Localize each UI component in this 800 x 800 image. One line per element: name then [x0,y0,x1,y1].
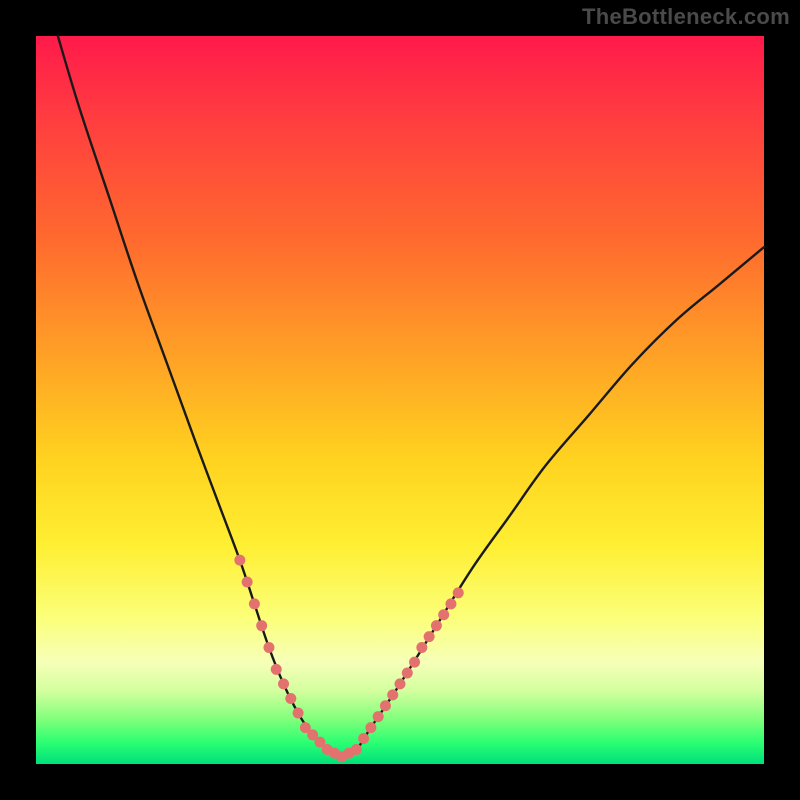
data-marker [249,598,260,609]
data-marker [234,555,245,566]
data-marker [416,642,427,653]
data-marker [402,668,413,679]
data-marker [395,678,406,689]
data-marker [358,733,369,744]
chart-frame: TheBottleneck.com [0,0,800,800]
curve-svg [36,36,764,764]
data-marker [278,678,289,689]
data-marker [387,689,398,700]
data-marker [380,700,391,711]
data-marker [263,642,274,653]
data-marker [445,598,456,609]
watermark-text: TheBottleneck.com [582,4,790,30]
data-marker [373,711,384,722]
data-marker [271,664,282,675]
data-marker [242,577,253,588]
data-marker [438,609,449,620]
plot-area [36,36,764,764]
data-marker [293,708,304,719]
data-marker [365,722,376,733]
marker-group [234,555,463,763]
data-marker [409,657,420,668]
data-marker [424,631,435,642]
data-marker [256,620,267,631]
data-marker [285,693,296,704]
data-marker [351,744,362,755]
data-marker [431,620,442,631]
data-marker [453,587,464,598]
bottleneck-curve-path [58,36,764,757]
